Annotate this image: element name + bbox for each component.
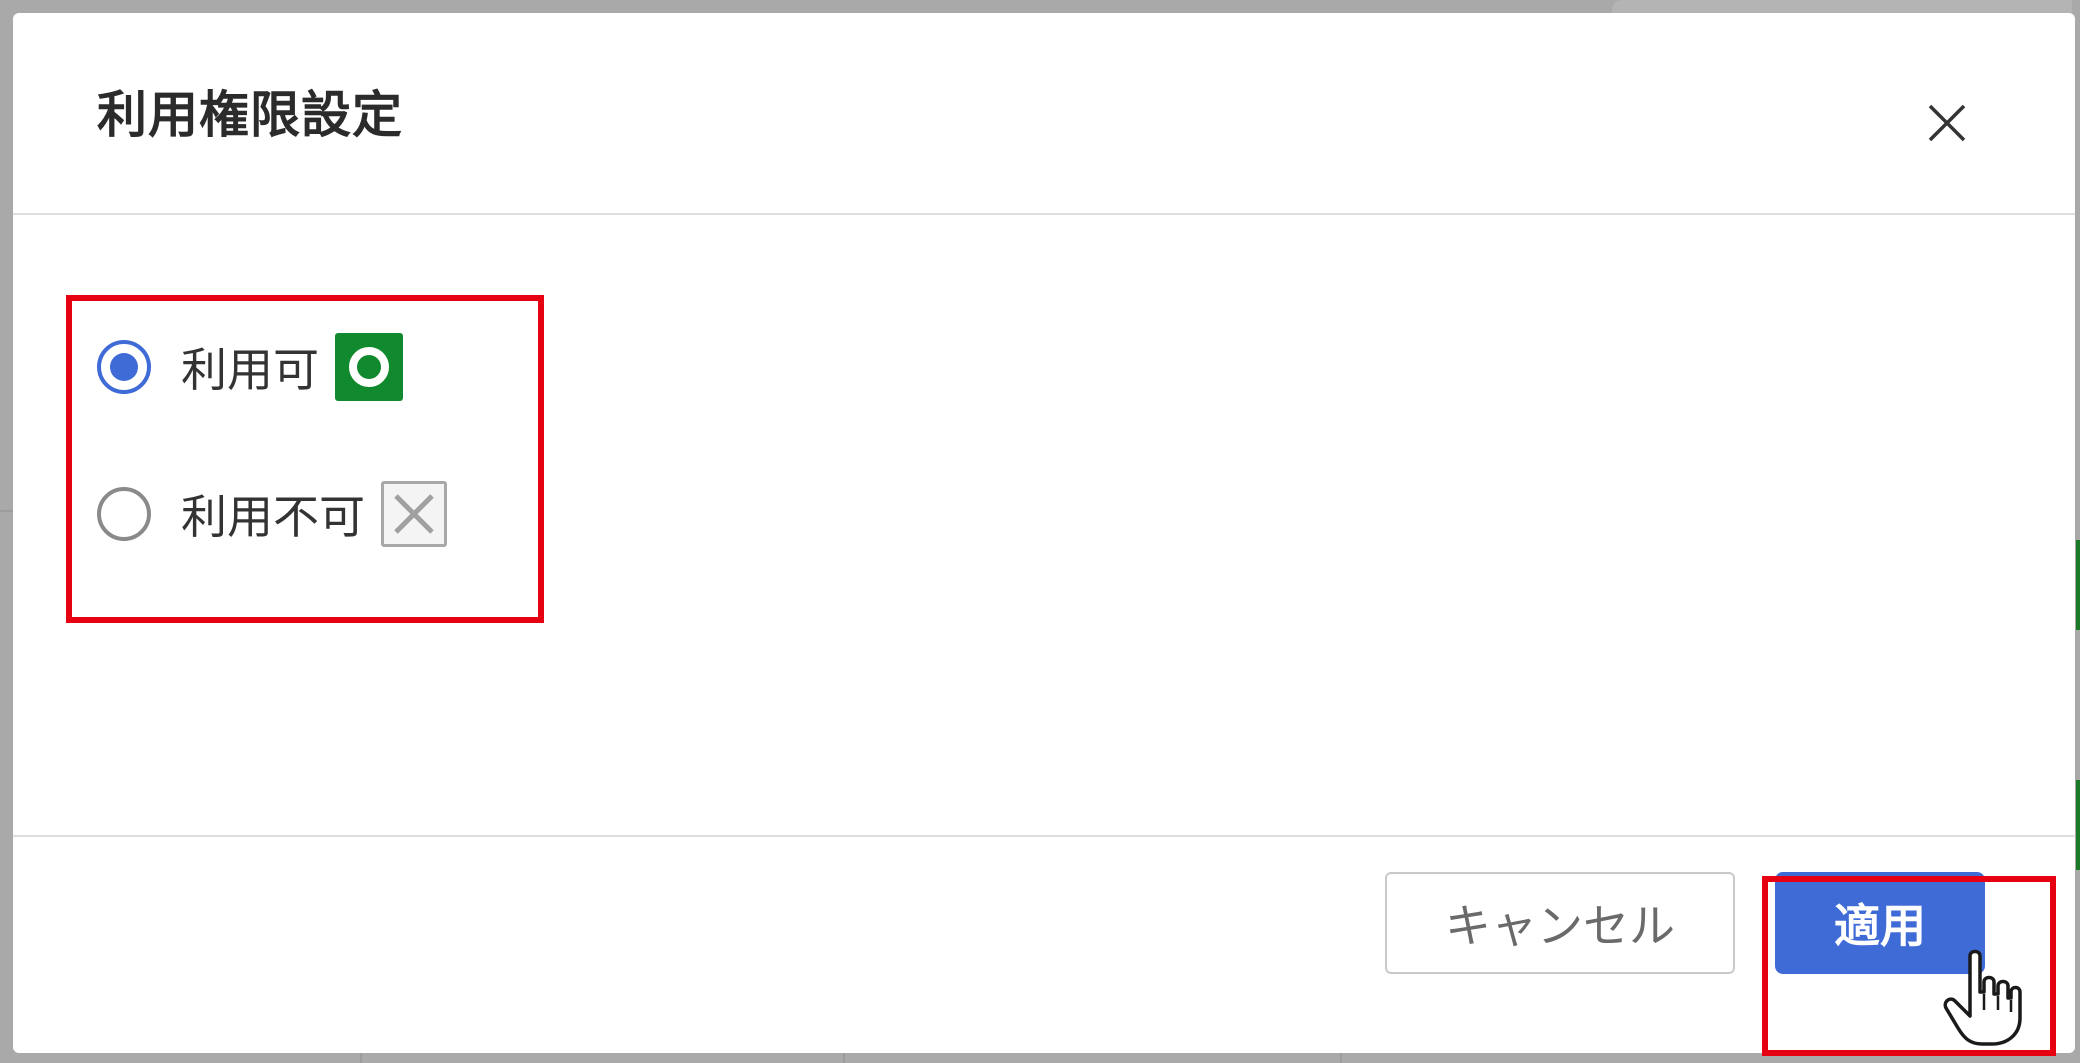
background-status-bar <box>2076 780 2080 870</box>
permission-dialog: 利用権限設定 利用可 利用不可 <box>13 13 2075 1053</box>
cancel-button[interactable]: キャンセル <box>1385 872 1735 974</box>
radio-available[interactable] <box>97 340 151 394</box>
dialog-footer <box>13 835 2075 1055</box>
option-unavailable[interactable]: 利用不可 <box>97 481 447 547</box>
option-label: 利用可 <box>181 343 319 397</box>
close-button[interactable] <box>1919 95 1975 151</box>
close-icon <box>1928 104 1966 142</box>
hand-pointer-icon <box>1943 949 2022 1046</box>
available-circle-icon <box>335 333 403 401</box>
option-label: 利用不可 <box>181 490 365 544</box>
dialog-header: 利用権限設定 <box>13 13 2075 215</box>
option-available[interactable]: 利用可 <box>97 333 403 401</box>
dialog-title: 利用権限設定 <box>97 86 403 144</box>
background-divider <box>0 510 13 512</box>
background-status-bar <box>2076 540 2080 630</box>
radio-unavailable[interactable] <box>97 487 151 541</box>
unavailable-cross-icon <box>381 481 447 547</box>
